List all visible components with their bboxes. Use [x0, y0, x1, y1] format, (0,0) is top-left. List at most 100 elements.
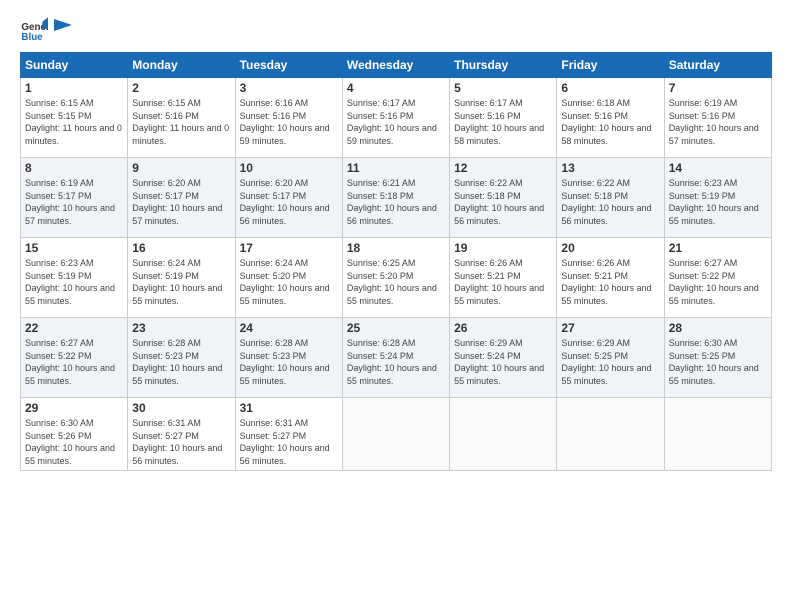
day-number: 8 [25, 161, 123, 175]
col-wednesday: Wednesday [342, 53, 449, 78]
day-info: Sunrise: 6:18 AM Sunset: 5:16 PM Dayligh… [561, 98, 651, 146]
table-row: 26 Sunrise: 6:29 AM Sunset: 5:24 PM Dayl… [450, 318, 557, 398]
calendar-header-row: Sunday Monday Tuesday Wednesday Thursday… [21, 53, 772, 78]
table-row: 4 Sunrise: 6:17 AM Sunset: 5:16 PM Dayli… [342, 78, 449, 158]
day-info: Sunrise: 6:26 AM Sunset: 5:21 PM Dayligh… [454, 258, 544, 306]
table-row: 19 Sunrise: 6:26 AM Sunset: 5:21 PM Dayl… [450, 238, 557, 318]
day-info: Sunrise: 6:30 AM Sunset: 5:26 PM Dayligh… [25, 418, 115, 466]
col-tuesday: Tuesday [235, 53, 342, 78]
day-number: 17 [240, 241, 338, 255]
col-saturday: Saturday [664, 53, 771, 78]
day-info: Sunrise: 6:27 AM Sunset: 5:22 PM Dayligh… [669, 258, 759, 306]
day-info: Sunrise: 6:28 AM Sunset: 5:23 PM Dayligh… [132, 338, 222, 386]
day-number: 11 [347, 161, 445, 175]
page: General Blue Sunday Mon [0, 0, 792, 612]
table-row [664, 398, 771, 471]
day-number: 12 [454, 161, 552, 175]
day-number: 28 [669, 321, 767, 335]
day-info: Sunrise: 6:16 AM Sunset: 5:16 PM Dayligh… [240, 98, 330, 146]
day-info: Sunrise: 6:28 AM Sunset: 5:24 PM Dayligh… [347, 338, 437, 386]
col-friday: Friday [557, 53, 664, 78]
day-info: Sunrise: 6:28 AM Sunset: 5:23 PM Dayligh… [240, 338, 330, 386]
day-number: 29 [25, 401, 123, 415]
day-info: Sunrise: 6:29 AM Sunset: 5:25 PM Dayligh… [561, 338, 651, 386]
table-row: 22 Sunrise: 6:27 AM Sunset: 5:22 PM Dayl… [21, 318, 128, 398]
day-info: Sunrise: 6:15 AM Sunset: 5:16 PM Dayligh… [132, 98, 229, 146]
day-info: Sunrise: 6:17 AM Sunset: 5:16 PM Dayligh… [454, 98, 544, 146]
logo: General Blue [20, 16, 72, 44]
day-number: 21 [669, 241, 767, 255]
day-info: Sunrise: 6:22 AM Sunset: 5:18 PM Dayligh… [561, 178, 651, 226]
day-number: 20 [561, 241, 659, 255]
day-number: 26 [454, 321, 552, 335]
table-row: 1 Sunrise: 6:15 AM Sunset: 5:15 PM Dayli… [21, 78, 128, 158]
table-row: 14 Sunrise: 6:23 AM Sunset: 5:19 PM Dayl… [664, 158, 771, 238]
table-row: 27 Sunrise: 6:29 AM Sunset: 5:25 PM Dayl… [557, 318, 664, 398]
day-number: 25 [347, 321, 445, 335]
table-row: 17 Sunrise: 6:24 AM Sunset: 5:20 PM Dayl… [235, 238, 342, 318]
day-number: 5 [454, 81, 552, 95]
table-row: 18 Sunrise: 6:25 AM Sunset: 5:20 PM Dayl… [342, 238, 449, 318]
day-number: 16 [132, 241, 230, 255]
table-row: 25 Sunrise: 6:28 AM Sunset: 5:24 PM Dayl… [342, 318, 449, 398]
day-number: 19 [454, 241, 552, 255]
col-thursday: Thursday [450, 53, 557, 78]
day-number: 13 [561, 161, 659, 175]
table-row: 10 Sunrise: 6:20 AM Sunset: 5:17 PM Dayl… [235, 158, 342, 238]
day-info: Sunrise: 6:23 AM Sunset: 5:19 PM Dayligh… [669, 178, 759, 226]
day-info: Sunrise: 6:31 AM Sunset: 5:27 PM Dayligh… [132, 418, 222, 466]
day-info: Sunrise: 6:15 AM Sunset: 5:15 PM Dayligh… [25, 98, 122, 146]
table-row: 9 Sunrise: 6:20 AM Sunset: 5:17 PM Dayli… [128, 158, 235, 238]
day-number: 23 [132, 321, 230, 335]
day-info: Sunrise: 6:29 AM Sunset: 5:24 PM Dayligh… [454, 338, 544, 386]
day-number: 6 [561, 81, 659, 95]
day-number: 4 [347, 81, 445, 95]
table-row: 6 Sunrise: 6:18 AM Sunset: 5:16 PM Dayli… [557, 78, 664, 158]
logo-icon: General Blue [20, 16, 48, 44]
table-row: 8 Sunrise: 6:19 AM Sunset: 5:17 PM Dayli… [21, 158, 128, 238]
day-number: 2 [132, 81, 230, 95]
table-row: 12 Sunrise: 6:22 AM Sunset: 5:18 PM Dayl… [450, 158, 557, 238]
table-row: 3 Sunrise: 6:16 AM Sunset: 5:16 PM Dayli… [235, 78, 342, 158]
day-number: 22 [25, 321, 123, 335]
table-row [450, 398, 557, 471]
day-info: Sunrise: 6:20 AM Sunset: 5:17 PM Dayligh… [132, 178, 222, 226]
day-info: Sunrise: 6:24 AM Sunset: 5:20 PM Dayligh… [240, 258, 330, 306]
day-number: 18 [347, 241, 445, 255]
table-row: 23 Sunrise: 6:28 AM Sunset: 5:23 PM Dayl… [128, 318, 235, 398]
table-row: 2 Sunrise: 6:15 AM Sunset: 5:16 PM Dayli… [128, 78, 235, 158]
calendar-table: Sunday Monday Tuesday Wednesday Thursday… [20, 52, 772, 471]
day-number: 27 [561, 321, 659, 335]
day-info: Sunrise: 6:23 AM Sunset: 5:19 PM Dayligh… [25, 258, 115, 306]
table-row: 20 Sunrise: 6:26 AM Sunset: 5:21 PM Dayl… [557, 238, 664, 318]
logo-flag-icon [54, 19, 72, 41]
day-number: 7 [669, 81, 767, 95]
day-number: 30 [132, 401, 230, 415]
day-number: 3 [240, 81, 338, 95]
table-row [557, 398, 664, 471]
table-row: 29 Sunrise: 6:30 AM Sunset: 5:26 PM Dayl… [21, 398, 128, 471]
day-number: 10 [240, 161, 338, 175]
day-info: Sunrise: 6:17 AM Sunset: 5:16 PM Dayligh… [347, 98, 437, 146]
table-row: 28 Sunrise: 6:30 AM Sunset: 5:25 PM Dayl… [664, 318, 771, 398]
table-row: 15 Sunrise: 6:23 AM Sunset: 5:19 PM Dayl… [21, 238, 128, 318]
day-info: Sunrise: 6:30 AM Sunset: 5:25 PM Dayligh… [669, 338, 759, 386]
table-row: 5 Sunrise: 6:17 AM Sunset: 5:16 PM Dayli… [450, 78, 557, 158]
table-row: 16 Sunrise: 6:24 AM Sunset: 5:19 PM Dayl… [128, 238, 235, 318]
day-number: 15 [25, 241, 123, 255]
day-info: Sunrise: 6:26 AM Sunset: 5:21 PM Dayligh… [561, 258, 651, 306]
day-number: 24 [240, 321, 338, 335]
day-info: Sunrise: 6:31 AM Sunset: 5:27 PM Dayligh… [240, 418, 330, 466]
table-row: 24 Sunrise: 6:28 AM Sunset: 5:23 PM Dayl… [235, 318, 342, 398]
col-sunday: Sunday [21, 53, 128, 78]
day-info: Sunrise: 6:22 AM Sunset: 5:18 PM Dayligh… [454, 178, 544, 226]
col-monday: Monday [128, 53, 235, 78]
day-number: 1 [25, 81, 123, 95]
day-info: Sunrise: 6:24 AM Sunset: 5:19 PM Dayligh… [132, 258, 222, 306]
table-row: 31 Sunrise: 6:31 AM Sunset: 5:27 PM Dayl… [235, 398, 342, 471]
table-row [342, 398, 449, 471]
day-info: Sunrise: 6:21 AM Sunset: 5:18 PM Dayligh… [347, 178, 437, 226]
table-row: 21 Sunrise: 6:27 AM Sunset: 5:22 PM Dayl… [664, 238, 771, 318]
day-number: 31 [240, 401, 338, 415]
day-info: Sunrise: 6:25 AM Sunset: 5:20 PM Dayligh… [347, 258, 437, 306]
